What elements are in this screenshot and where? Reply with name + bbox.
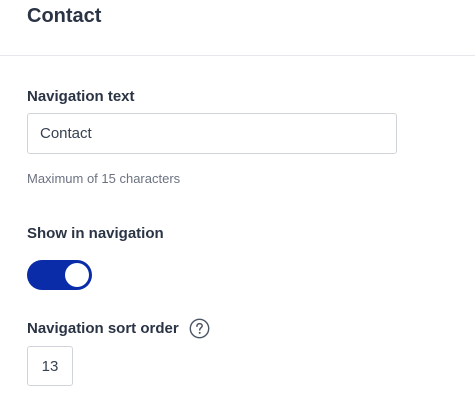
page-title: Contact xyxy=(27,5,102,27)
sort-order-label: Navigation sort order xyxy=(27,319,179,337)
navigation-text-input[interactable] xyxy=(27,113,397,154)
show-in-navigation-toggle[interactable] xyxy=(27,260,92,290)
sort-order-input[interactable] xyxy=(27,346,73,386)
show-in-navigation-label: Show in navigation xyxy=(27,225,164,242)
toggle-knob xyxy=(65,263,89,287)
question-circle-icon[interactable] xyxy=(189,318,210,339)
panel-header: Contact xyxy=(0,0,475,56)
navigation-text-helper: Maximum of 15 characters xyxy=(27,171,181,186)
navigation-text-label: Navigation text xyxy=(27,88,135,105)
contact-settings-panel: Contact Navigation text Maximum of 15 ch… xyxy=(0,0,475,420)
sort-order-label-row: Navigation sort order xyxy=(27,318,210,339)
